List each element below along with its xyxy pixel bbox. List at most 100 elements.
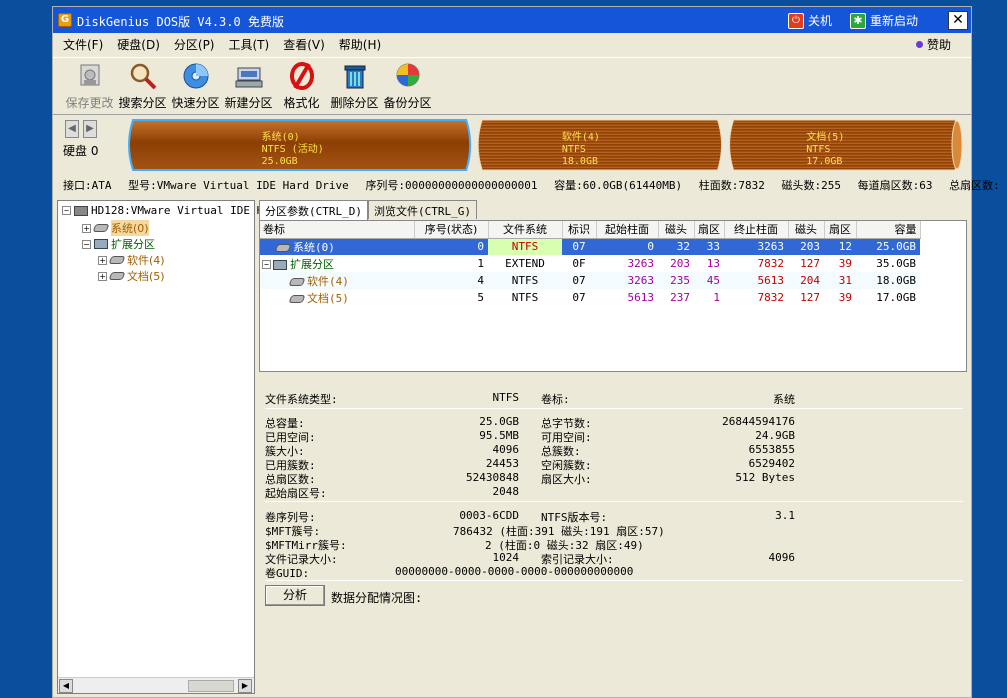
col-filesystem[interactable]: 文件系统 [488,221,563,239]
menu-help[interactable]: 帮助(H) [339,36,381,53]
col-start-cyl[interactable]: 起始柱面 [596,221,659,239]
collapse-icon[interactable]: − [82,239,91,249]
scroll-right-icon[interactable]: ▶ [238,679,252,693]
disk-serial: 序列号:00000000000000000001 [365,179,538,192]
partition-icon [288,294,306,303]
row-label-cell: − 扩展分区 [260,255,414,272]
row-label-cell: 文档(5) [260,289,414,306]
table-row[interactable]: 文档(5) 5 NTFS 07 5613 237 1 7832 127 39 1… [260,289,920,306]
window-title: DiskGenius DOS版 V4.3.0 免费版 [77,15,284,29]
table-row[interactable]: 软件(4) 4 NTFS 07 3263 235 45 5613 204 31 … [260,272,920,289]
start-sector-value: 2048 [492,485,520,498]
disk-interface: 接口:ATA [63,179,112,192]
start-sector-label: 起始扇区号: [265,487,327,500]
col-end-cyl[interactable]: 终止柱面 [724,221,789,239]
disk-sectors-per-track: 每道扇区数:63 [857,179,933,192]
col-end-head[interactable]: 磁头 [788,221,825,239]
tab-partition-params[interactable]: 分区参数(CTRL_D) [259,200,368,220]
menu-partition[interactable]: 分区(P) [174,36,215,53]
quick-partition-button[interactable]: 快速分区 [169,58,222,114]
analyze-button[interactable]: 分析 [265,585,325,606]
partition-size: 18.0GB [561,156,598,167]
shutdown-label: 关机 [808,14,833,28]
toolbar: 保存更改 搜索分区 快速分区 新建分区 格式化 删除分区 备份分区 [53,57,971,115]
save-changes-button[interactable]: 保存更改 [63,58,116,114]
row-start-sector: 45 [694,272,724,289]
table-row[interactable]: − 扩展分区 1 EXTEND 0F 3263 203 13 7832 127 3… [260,255,920,272]
row-end-sector: 39 [838,291,852,304]
col-size[interactable]: 容量 [856,221,921,239]
col-volume-label[interactable]: 卷标 [260,221,415,239]
expand-icon[interactable]: + [98,255,107,265]
partition-icon [92,224,110,232]
backup-partition-button[interactable]: 备份分区 [381,58,434,114]
col-id[interactable]: 标识 [562,221,597,239]
row-label: 文档(5) [307,291,349,305]
row-id: 07 [562,238,596,255]
expand-icon[interactable]: + [82,223,91,233]
partition-table: 卷标 序号(状态) 文件系统 标识 起始柱面 磁头 扇区 终止柱面 磁头 扇区 … [259,220,967,372]
row-id: 0F [572,257,586,270]
col-start-head[interactable]: 磁头 [658,221,695,239]
expand-icon[interactable]: + [98,271,107,281]
collapse-icon[interactable]: − [262,260,271,269]
row-size: 18.0GB [856,272,920,289]
used-clusters-value: 24453 [485,457,519,470]
tree-item-software[interactable]: + 软件(4) [98,252,165,268]
save-icon [80,64,99,86]
volume-label-value: 系统 [773,393,795,406]
scroll-thumb[interactable] [188,680,234,692]
menu-file[interactable]: 文件(F) [63,36,103,53]
quick-partition-icon [183,63,208,89]
delete-partition-label: 删除分区 [330,96,379,110]
prev-disk-button[interactable]: ◀ [65,120,79,138]
partition-size: 25.0GB [261,156,298,167]
tab-browse-files[interactable]: 浏览文件(CTRL_G) [367,200,477,219]
scroll-left-icon[interactable]: ◀ [59,679,73,693]
close-button[interactable]: ✕ [948,11,968,30]
partition-table-grid: 卷标 序号(状态) 文件系统 标识 起始柱面 磁头 扇区 终止柱面 磁头 扇区 … [260,221,921,306]
menu-tools[interactable]: 工具(T) [229,36,270,53]
sector-size-label: 扇区大小: [541,473,592,486]
tree-item-extended[interactable]: − 扩展分区 [82,236,155,252]
row-end-cyl: 7832 [757,257,785,270]
next-disk-button[interactable]: ▶ [83,120,97,138]
extended-partition-icon [273,259,287,270]
cluster-size-value: 4096 [492,443,520,456]
disk-model: 型号:VMware Virtual IDE Hard Drive [128,179,349,192]
row-end-cyl: 3263 [724,238,788,255]
delete-partition-button[interactable]: 删除分区 [328,58,381,114]
menu-disk[interactable]: 硬盘(D) [117,36,160,53]
tree-item-documents[interactable]: + 文档(5) [98,268,165,284]
file-record-size-value: 1024 [492,551,520,564]
volume-guid-value: 00000000-0000-0000-0000-000000000000 [395,565,634,578]
tree-horizontal-scrollbar[interactable]: ◀ ▶ [58,677,254,693]
new-partition-button[interactable]: 新建分区 [222,58,275,114]
row-index: 4 [414,272,488,289]
partition-icon [108,256,126,264]
new-partition-label: 新建分区 [224,96,273,110]
table-row[interactable]: 系统(0) 0 NTFS 07 0 32 33 3263 203 12 25.0… [260,238,920,255]
total-clusters-value: 6553855 [748,443,795,456]
row-start-cyl: 3263 [627,257,655,270]
row-end-head: 204 [788,272,824,289]
tree-item-disk[interactable]: − HD128:VMware Virtual IDE H [62,204,263,217]
partition-fs: NTFS (活动) [261,144,324,155]
tree-item-system[interactable]: + 系统(0) [82,220,149,236]
col-end-sector[interactable]: 扇区 [824,221,857,239]
restart-button[interactable]: ✱ 重新启动 [850,12,918,29]
search-partition-button[interactable]: 搜索分区 [116,58,169,114]
donate-link[interactable]: 赞助 [915,36,951,53]
col-index[interactable]: 序号(状态) [414,221,489,239]
disk-total-sectors: 总扇区数: [949,179,1000,192]
tree-disk-label: HD128:VMware Virtual IDE H [91,204,264,217]
tree-extended-label: 扩展分区 [111,238,155,251]
partition-segment-label-2: 文档(5) NTFS 17.0GB [806,132,844,168]
menu-view[interactable]: 查看(V) [283,36,325,53]
format-button[interactable]: 格式化 [275,58,328,114]
disk-tree[interactable]: − HD128:VMware Virtual IDE H + 系统(0) − 扩… [57,200,263,694]
shutdown-button[interactable]: ⏻ 关机 [788,12,832,29]
col-start-sector[interactable]: 扇区 [694,221,725,239]
row-fs: EXTEND [505,257,545,270]
collapse-icon[interactable]: − [62,206,71,215]
